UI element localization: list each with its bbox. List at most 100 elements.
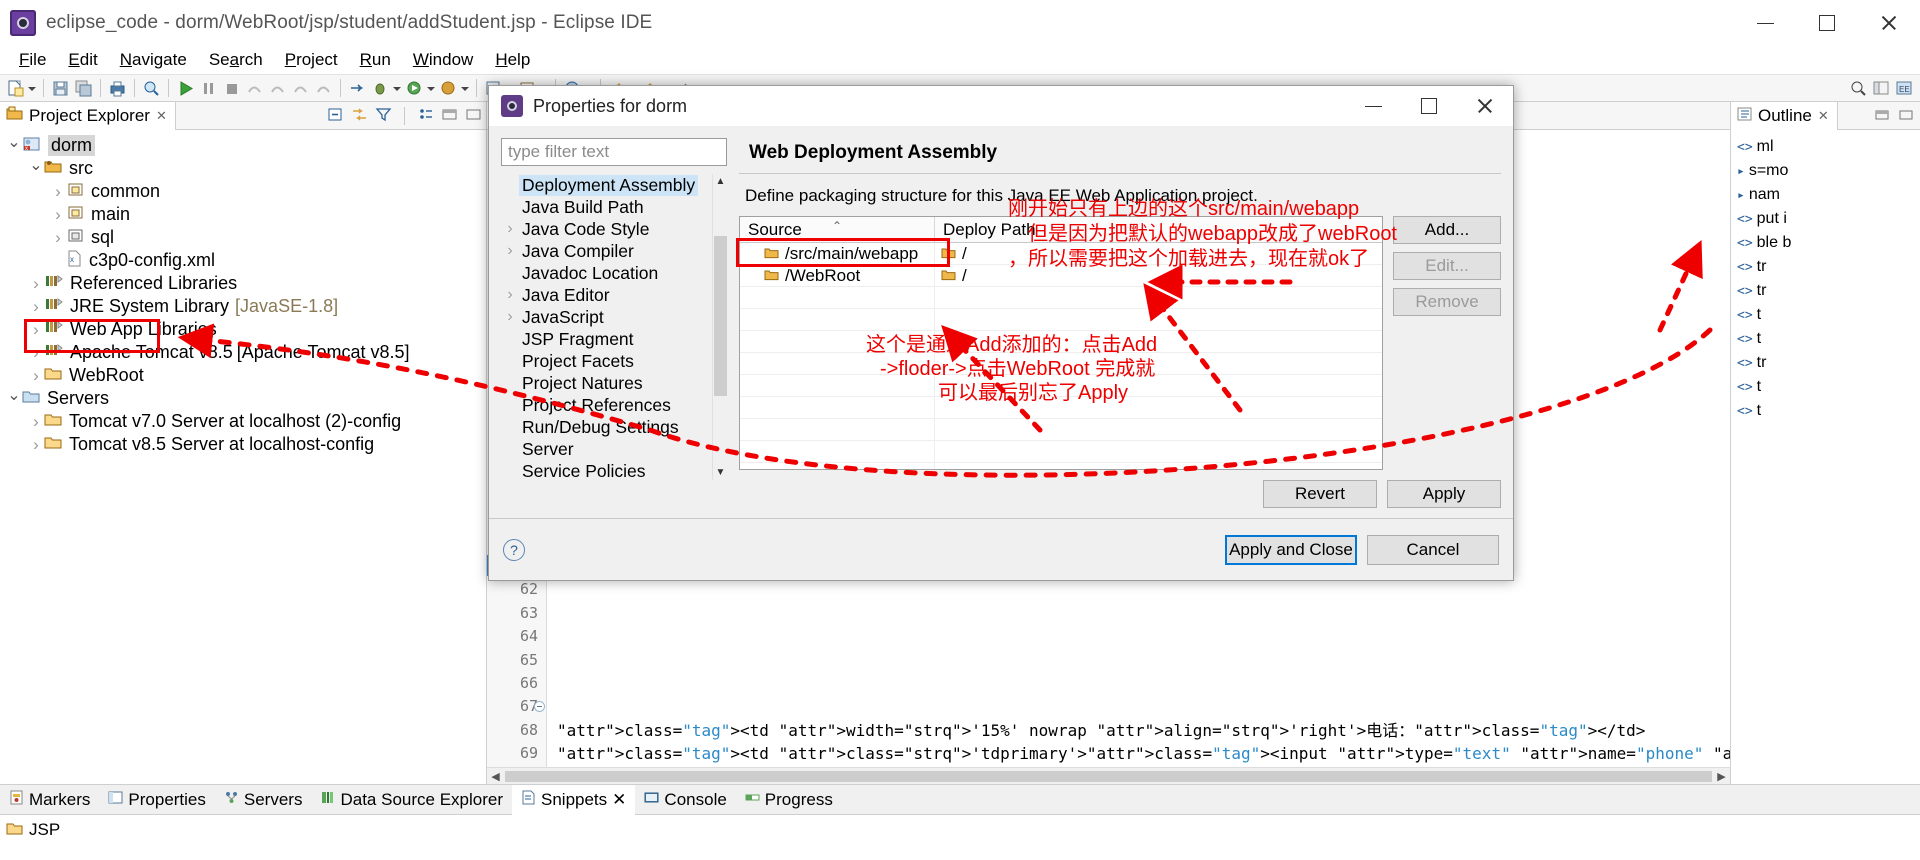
tree-item-main[interactable]: main [0, 203, 486, 226]
outline-item[interactable]: <> tr [1731, 279, 1920, 303]
twisty-closed-icon[interactable] [28, 320, 44, 340]
dialog-nav-item-java-editor[interactable]: › Java Editor [501, 284, 712, 306]
tab-properties[interactable]: Properties [99, 785, 214, 815]
menu-project[interactable]: Project [274, 48, 349, 72]
project-tree[interactable]: x dorm src common [0, 130, 486, 784]
tree-item-c3p0-config[interactable]: x c3p0-config.xml [0, 249, 486, 272]
maximize-button[interactable] [1796, 0, 1858, 46]
dialog-nav-item-server[interactable]: Server [501, 438, 712, 460]
tree-item-sql[interactable]: sql [0, 226, 486, 249]
debug-dropdown-icon[interactable] [392, 79, 401, 98]
dialog-nav-item-project-references[interactable]: Project References [501, 394, 712, 416]
tab-outline[interactable]: Outline ✕ [1731, 101, 1838, 130]
suspend-icon[interactable] [199, 79, 218, 98]
step-over-icon[interactable] [268, 79, 287, 98]
maximize-view-icon[interactable] [465, 107, 482, 124]
search-icon[interactable] [142, 79, 161, 98]
scroll-down-icon[interactable]: ▼ [713, 465, 728, 480]
outline-item[interactable]: <> ml [1731, 135, 1920, 159]
twisty-closed-icon[interactable]: › [501, 220, 519, 238]
dialog-maximize-button[interactable] [1401, 86, 1457, 126]
tree-item-common[interactable]: common [0, 180, 486, 203]
run-icon[interactable] [176, 79, 195, 98]
cell-source[interactable]: /WebRoot [740, 264, 935, 287]
scroll-thumb[interactable] [714, 236, 727, 396]
run-as-dropdown-icon[interactable] [426, 79, 435, 98]
new-dropdown-icon[interactable] [27, 79, 36, 98]
tree-item-src[interactable]: src [0, 157, 486, 180]
dialog-nav-scrollbar[interactable]: ▲ ▼ [712, 174, 727, 480]
open-perspective-icon[interactable] [1872, 79, 1891, 98]
scroll-up-icon[interactable]: ▲ [713, 174, 728, 189]
twisty-closed-icon[interactable] [28, 297, 44, 317]
outline-list[interactable]: <> ml ▸ s=mo ▸ nam <> put i <> ble b <> tr <> tr <> t <>… [1731, 130, 1920, 784]
minimize-view-icon[interactable] [1875, 107, 1892, 124]
twisty-closed-icon[interactable] [50, 205, 66, 225]
twisty-closed-icon[interactable] [28, 343, 44, 363]
table-rows[interactable]: /src/main/webapp / /WebRoot / [740, 243, 1382, 469]
apply-button[interactable]: Apply [1387, 480, 1501, 508]
profile-icon[interactable] [439, 79, 458, 98]
revert-button[interactable]: Revert [1263, 480, 1377, 508]
cell-deploy-path[interactable]: / [935, 244, 1382, 264]
close-icon[interactable]: ✕ [156, 108, 167, 124]
dialog-nav-item-java-compiler[interactable]: › Java Compiler [501, 240, 712, 262]
save-icon[interactable] [51, 79, 70, 98]
code-line[interactable] [547, 602, 1730, 625]
scroll-left-icon[interactable]: ◀ [487, 768, 504, 785]
tab-snippets[interactable]: Snippets ✕ [512, 784, 636, 815]
twisty-closed-icon[interactable]: › [501, 308, 519, 326]
assembly-table[interactable]: Source ⌃ Deploy Path /src/main/webapp //W… [739, 216, 1383, 470]
twisty-open-icon[interactable] [28, 159, 44, 179]
collapse-all-icon[interactable] [327, 107, 344, 124]
dialog-nav-list[interactable]: Deployment Assembly Java Build Path › Java … [501, 174, 712, 480]
tree-item-servers[interactable]: Servers [0, 387, 486, 410]
column-header-source[interactable]: Source ⌃ [740, 217, 935, 242]
view-menu-icon[interactable] [417, 107, 434, 124]
view-filter-icon[interactable] [375, 107, 392, 124]
step-return-icon[interactable] [291, 79, 310, 98]
outline-item[interactable]: <> tr [1731, 255, 1920, 279]
tab-project-explorer[interactable]: Project Explorer ✕ [0, 101, 176, 130]
twisty-closed-icon[interactable] [28, 274, 44, 294]
tree-item-tomcat-v85[interactable]: Tomcat v8.5 Server at localhost-config [0, 433, 486, 456]
cell-source[interactable]: /src/main/webapp [740, 243, 935, 265]
dialog-nav-item-javadoc-location[interactable]: Javadoc Location [501, 262, 712, 284]
step-into-icon[interactable] [314, 79, 333, 98]
cell-deploy-path[interactable]: / [935, 266, 1382, 286]
outline-item[interactable]: <> tr [1731, 351, 1920, 375]
tree-item-webroot[interactable]: WebRoot [0, 364, 486, 387]
outline-item[interactable]: ▸ s=mo [1731, 159, 1920, 183]
dialog-close-button[interactable] [1457, 86, 1513, 126]
twisty-closed-icon[interactable]: › [501, 242, 519, 260]
dialog-nav-item-java-build-path[interactable]: Java Build Path [501, 196, 712, 218]
maximize-view-icon[interactable] [1899, 107, 1916, 124]
tab-markers[interactable]: Markers [0, 785, 99, 815]
tree-item-apache-tomcat[interactable]: Apache Tomcat v8.5 [Apache Tomcat v8.5] [0, 341, 486, 364]
java-ee-perspective-icon[interactable]: EE [1895, 79, 1914, 98]
new-icon[interactable] [6, 79, 25, 98]
dialog-nav-item-project-facets[interactable]: Project Facets [501, 350, 712, 372]
run-as-icon[interactable] [405, 79, 424, 98]
twisty-closed-icon[interactable] [50, 228, 66, 248]
dialog-nav-item-javascript[interactable]: › JavaScript [501, 306, 712, 328]
menu-file[interactable]: File [8, 48, 57, 72]
deploy-icon[interactable] [348, 79, 367, 98]
twisty-closed-icon[interactable]: › [501, 286, 519, 304]
tree-item-web-app-libraries[interactable]: Web App Libraries [0, 318, 486, 341]
twisty-closed-icon[interactable] [28, 435, 44, 455]
outline-item[interactable]: <> t [1731, 327, 1920, 351]
menu-search[interactable]: Search [198, 48, 274, 72]
terminate-icon[interactable] [222, 79, 241, 98]
minimize-button[interactable] [1734, 0, 1796, 46]
dialog-minimize-button[interactable] [1345, 86, 1401, 126]
tree-item-tomcat-v7[interactable]: Tomcat v7.0 Server at localhost (2)-conf… [0, 410, 486, 433]
tree-item-dorm[interactable]: x dorm [0, 134, 486, 157]
outline-item[interactable]: <> ble b [1731, 231, 1920, 255]
code-line[interactable] [547, 695, 1730, 718]
scroll-right-icon[interactable]: ▶ [1713, 768, 1730, 785]
outline-item[interactable]: <> t [1731, 399, 1920, 423]
minimize-view-icon[interactable] [441, 107, 458, 124]
close-icon[interactable]: ✕ [612, 790, 626, 810]
quick-access-icon[interactable] [1849, 79, 1868, 98]
